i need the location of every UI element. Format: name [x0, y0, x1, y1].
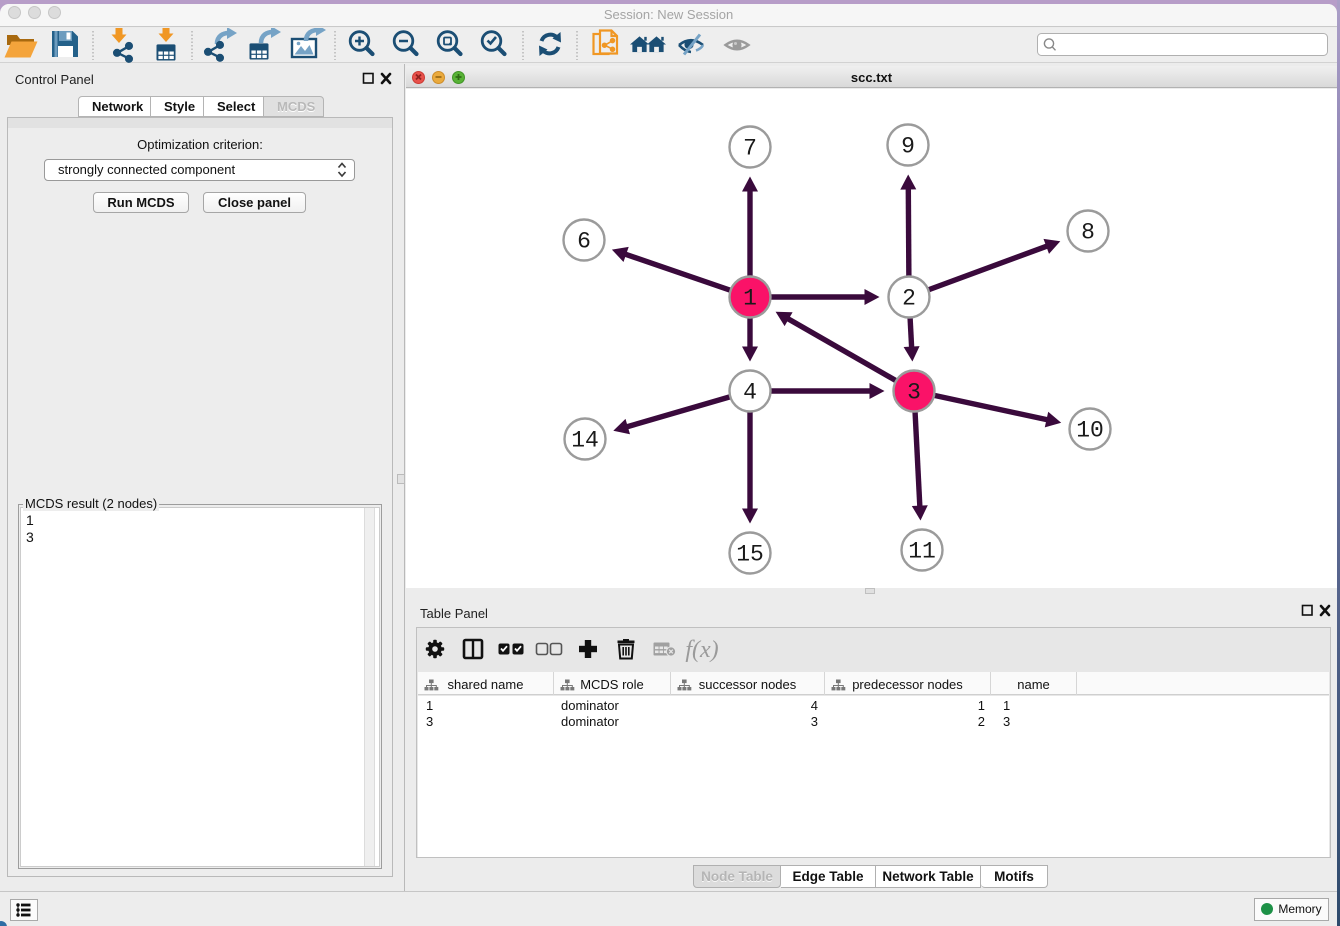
svg-text:3: 3: [907, 380, 921, 406]
svg-text:7: 7: [743, 136, 757, 162]
svg-text:15: 15: [736, 542, 764, 568]
svg-text:11: 11: [908, 539, 936, 565]
svg-text:8: 8: [1081, 220, 1095, 246]
svg-text:1: 1: [743, 286, 757, 312]
svg-text:f(x): f(x): [685, 637, 718, 663]
svg-text:6: 6: [577, 229, 591, 255]
svg-text:2: 2: [902, 286, 916, 312]
svg-text:9: 9: [901, 134, 915, 160]
svg-text:4: 4: [743, 380, 757, 406]
svg-text:14: 14: [571, 428, 599, 454]
svg-text:10: 10: [1076, 418, 1104, 444]
